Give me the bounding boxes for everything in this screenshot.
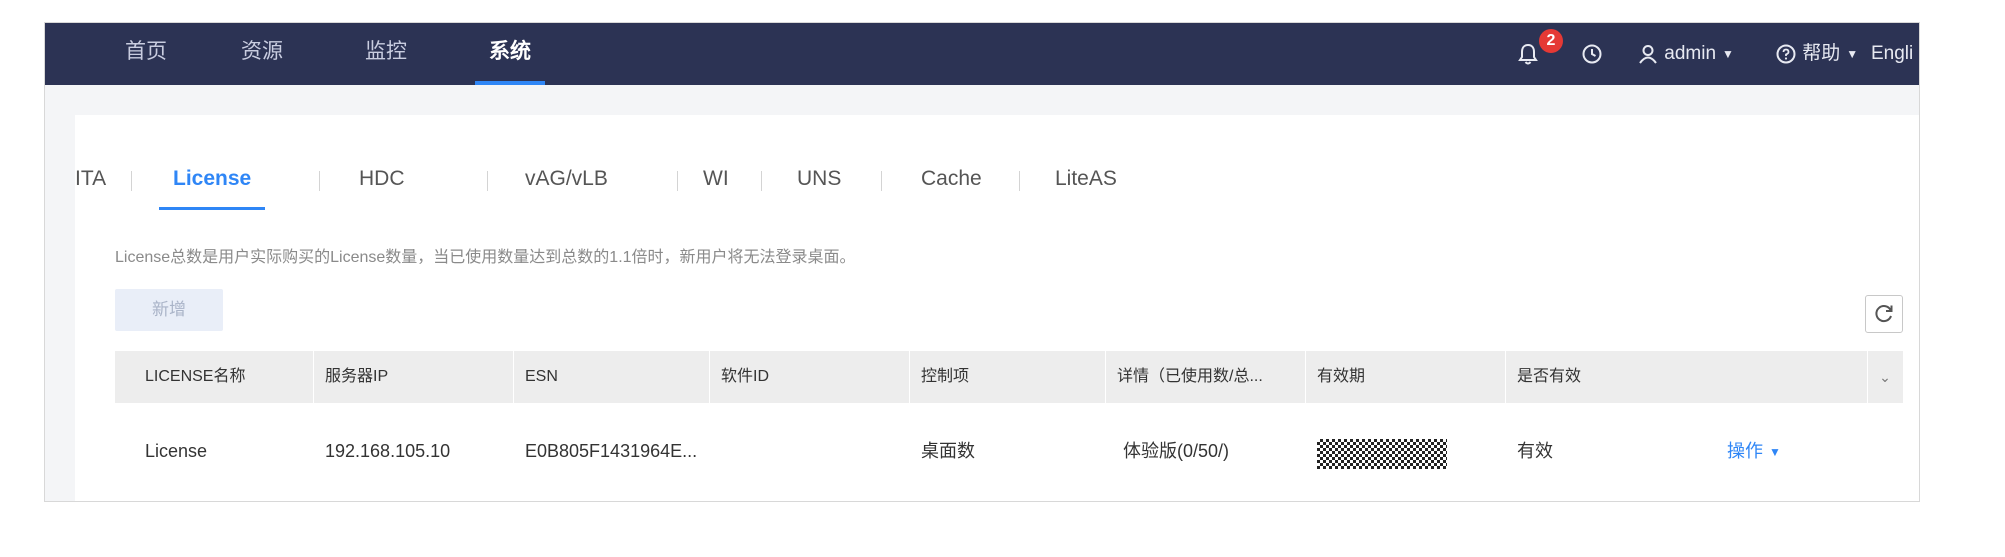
tab-divider <box>1019 171 1020 191</box>
refresh-button[interactable] <box>1865 295 1903 333</box>
refresh-icon <box>1875 304 1893 322</box>
user-menu[interactable]: admin ▼ <box>1637 23 1734 85</box>
tab-divider <box>881 171 882 191</box>
cell-server-ip: 192.168.105.10 <box>325 441 451 461</box>
content-panel: ITA License HDC vAG/vLB WI UNS Cache Lit… <box>75 115 1919 501</box>
column-header-esn[interactable]: ESN <box>525 351 558 403</box>
column-settings-icon[interactable]: ⌄ <box>1867 351 1903 403</box>
column-header-name[interactable]: LICENSE名称 <box>145 351 245 403</box>
column-divider <box>513 351 514 403</box>
column-header-details[interactable]: 详情（已使用数/总... <box>1117 351 1263 403</box>
tab-divider <box>487 171 488 191</box>
tab-divider <box>761 171 762 191</box>
column-divider <box>1105 351 1106 403</box>
tab-wi[interactable]: WI <box>703 167 729 191</box>
column-header-control[interactable]: 控制项 <box>921 351 969 403</box>
column-header-server-ip[interactable]: 服务器IP <box>325 351 388 403</box>
column-divider <box>1305 351 1306 403</box>
tab-vag-vlb[interactable]: vAG/vLB <box>525 167 608 191</box>
nav-home[interactable]: 首页 <box>125 23 167 85</box>
row-action-menu[interactable]: 操作 ▼ <box>1727 403 1781 499</box>
help-label: 帮助 <box>1802 43 1841 65</box>
user-icon <box>1639 45 1657 64</box>
table-header: LICENSE名称 服务器IP ESN 软件ID 控制项 详情（已使用数/总..… <box>115 351 1903 403</box>
tab-license[interactable]: License <box>158 167 266 210</box>
tab-divider <box>131 171 132 191</box>
tab-hdc[interactable]: HDC <box>359 167 405 191</box>
nav-resources[interactable]: 资源 <box>241 23 283 85</box>
add-button[interactable]: 新增 <box>115 289 223 331</box>
cell-details: 体验版(0/50/) <box>1123 441 1230 461</box>
tab-divider <box>677 171 678 191</box>
top-navigation-bar: 首页 资源 监控 系统 2 admin ▼ 帮助 ▼ Engli <box>45 23 1919 85</box>
clock-icon <box>1582 44 1602 64</box>
cell-validity-masked <box>1317 439 1447 469</box>
caret-down-icon: ▼ <box>1722 47 1734 61</box>
tab-ita[interactable]: ITA <box>75 167 106 191</box>
app-window: 首页 资源 监控 系统 2 admin ▼ 帮助 ▼ Engli ITA Lic… <box>44 22 1920 502</box>
help-menu[interactable]: 帮助 ▼ <box>1775 23 1858 85</box>
tab-liteas[interactable]: LiteAS <box>1055 167 1117 191</box>
notification-button[interactable] <box>1517 23 1539 85</box>
column-header-software-id[interactable]: 软件ID <box>721 351 769 403</box>
help-icon <box>1776 44 1796 64</box>
cell-name: License <box>145 441 208 461</box>
user-name: admin <box>1664 43 1717 65</box>
bell-icon <box>1518 43 1538 65</box>
row-action-label: 操作 <box>1727 441 1763 461</box>
notification-badge: 2 <box>1539 29 1563 53</box>
caret-down-icon: ▼ <box>1769 445 1781 460</box>
cell-is-valid: 有效 <box>1517 441 1553 461</box>
table-row: License 192.168.105.10 E0B805F1431964E..… <box>115 403 1903 499</box>
tab-uns[interactable]: UNS <box>797 167 841 191</box>
column-divider <box>1505 351 1506 403</box>
column-divider <box>313 351 314 403</box>
license-notice: License总数是用户实际购买的License数量，当已使用数量达到总数的1.… <box>115 249 856 266</box>
caret-down-icon: ▼ <box>1846 47 1859 61</box>
column-header-validity-period[interactable]: 有效期 <box>1317 351 1365 403</box>
cell-esn: E0B805F1431964E... <box>525 441 698 461</box>
history-button[interactable] <box>1581 23 1603 85</box>
column-header-is-valid[interactable]: 是否有效 <box>1517 351 1581 403</box>
cell-control: 桌面数 <box>921 441 975 461</box>
nav-monitor[interactable]: 监控 <box>365 23 407 85</box>
nav-system[interactable]: 系统 <box>475 23 545 85</box>
column-divider <box>709 351 710 403</box>
tab-cache[interactable]: Cache <box>921 167 982 191</box>
language-switch[interactable]: Engli <box>1871 23 1913 85</box>
tab-divider <box>319 171 320 191</box>
column-divider <box>909 351 910 403</box>
